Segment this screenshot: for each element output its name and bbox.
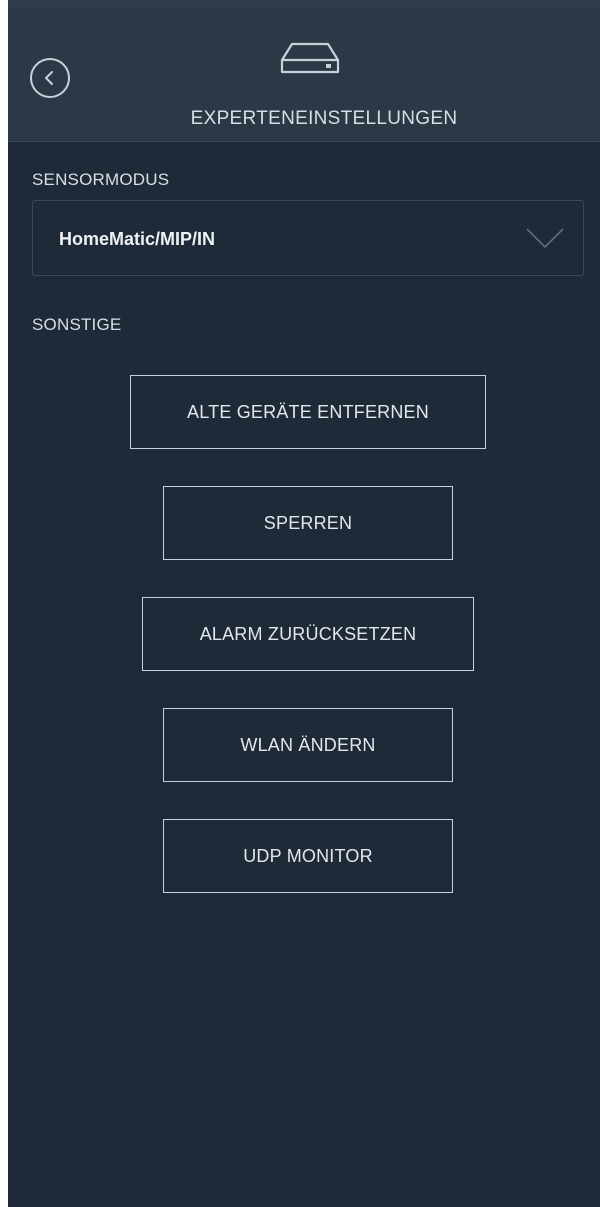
hard-drive-icon	[280, 42, 340, 74]
page-title: EXPERTENEINSTELLUNGEN	[190, 108, 458, 129]
chevron-down-icon	[526, 228, 564, 248]
reset-alarm-button[interactable]: ALARM ZURÜCKSETZEN	[142, 597, 474, 671]
header: EXPERTENEINSTELLUNGEN	[8, 0, 600, 142]
other-section-label: SONSTIGE	[32, 315, 122, 334]
udp-monitor-button[interactable]: UDP MONITOR	[163, 819, 453, 893]
sensor-mode-dropdown[interactable]: HomeMatic/MIP/IN	[32, 200, 584, 276]
sensor-mode-label: SENSORMODUS	[32, 170, 170, 189]
sensor-mode-selected-value: HomeMatic/MIP/IN	[59, 229, 216, 249]
chevron-left-icon	[45, 71, 53, 85]
expert-settings-screen: EXPERTENEINSTELLUNGEN SENSORMODUS HomeMa…	[8, 0, 600, 1207]
remove-old-devices-button[interactable]: ALTE GERÄTE ENTFERNEN	[130, 375, 486, 449]
change-wlan-button[interactable]: WLAN ÄNDERN	[163, 708, 453, 782]
back-button[interactable]	[30, 58, 70, 98]
lock-button[interactable]: SPERREN	[163, 486, 453, 560]
